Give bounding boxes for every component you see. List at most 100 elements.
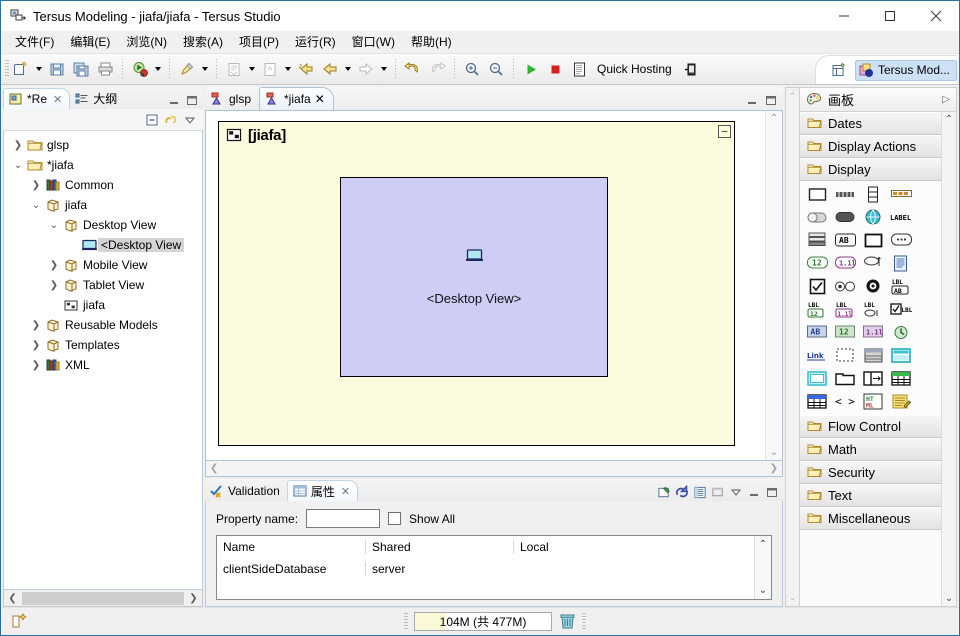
window-icon[interactable]	[890, 345, 912, 365]
num-field-icon[interactable]: 12	[834, 322, 856, 342]
tree-item-desktop-view[interactable]: ⌄ Desktop View	[4, 215, 202, 235]
palette-inner-scrollbar[interactable]: ⌃ ⌄	[941, 112, 956, 606]
diagram-collapse-button[interactable]: –	[718, 125, 731, 138]
forward-icon[interactable]	[354, 57, 378, 81]
back-history-icon[interactable]	[294, 57, 318, 81]
column-header-shared[interactable]: Shared	[365, 540, 513, 554]
restore-icon[interactable]	[711, 485, 725, 499]
column-header-name[interactable]: Name	[217, 540, 365, 554]
import-dropdown-arrow[interactable]	[282, 57, 294, 81]
scroll-right-icon[interactable]: ❯	[770, 463, 778, 474]
maximize-icon[interactable]	[764, 93, 778, 107]
tab-outline[interactable]: 大纲	[70, 88, 124, 109]
chevron-right-icon[interactable]: ❯	[28, 320, 44, 331]
run-icon[interactable]	[519, 57, 543, 81]
canvas-horizontal-scrollbar[interactable]: ❮ ❯	[205, 461, 783, 477]
trash-icon[interactable]	[558, 613, 576, 630]
minimize-icon[interactable]	[167, 93, 181, 107]
tree-item-tablet-view[interactable]: ❯ Tablet View	[4, 275, 202, 295]
debug-dropdown-arrow[interactable]	[152, 57, 164, 81]
list-icon[interactable]	[693, 485, 707, 499]
tab-repository[interactable]: *Re ✕	[3, 88, 70, 109]
dotted-box-icon[interactable]	[834, 345, 856, 365]
chevron-down-icon[interactable]: ⌄	[46, 220, 62, 231]
link-icon[interactable]: Link	[806, 345, 828, 365]
split-pane-icon[interactable]	[862, 368, 884, 388]
minimize-icon[interactable]	[747, 485, 761, 499]
frame-icon[interactable]	[806, 368, 828, 388]
scroll-thumb[interactable]	[22, 592, 184, 605]
chevron-right-icon[interactable]: ❯	[10, 140, 26, 151]
redo-icon[interactable]	[425, 57, 449, 81]
palette-drawer-flow-control[interactable]: Flow Control	[800, 415, 941, 438]
diagram-canvas[interactable]: [jiafa] –	[206, 111, 765, 460]
checkbox-icon[interactable]	[806, 276, 828, 296]
grid-blue-icon[interactable]	[806, 391, 828, 411]
ellipse-icon[interactable]	[862, 253, 884, 273]
maximize-icon[interactable]	[765, 485, 779, 499]
menu-help[interactable]: 帮助(H)	[403, 31, 460, 52]
new-perspective-icon[interactable]	[828, 58, 852, 82]
close-icon[interactable]: ✕	[53, 93, 62, 106]
pill-icon[interactable]	[834, 207, 856, 227]
undo-icon[interactable]	[401, 57, 425, 81]
notes-edit-icon[interactable]	[890, 391, 912, 411]
back-icon[interactable]	[318, 57, 342, 81]
tree-item-jiafa-diagram[interactable]: jiafa	[4, 295, 202, 315]
chevron-down-icon[interactable]: ⌄	[28, 200, 44, 211]
palette-drawer-miscellaneous[interactable]: Miscellaneous	[800, 507, 941, 530]
tree-item-mobile-view[interactable]: ❯ Mobile View	[4, 255, 202, 275]
menu-search[interactable]: 搜索(A)	[175, 31, 231, 52]
tree-item-templates[interactable]: ❯ Templates	[4, 335, 202, 355]
stacked-bars-icon[interactable]	[806, 230, 828, 250]
heap-grip[interactable]	[404, 613, 408, 631]
column-header-local[interactable]: Local	[513, 540, 754, 554]
progress-icon[interactable]	[890, 184, 912, 204]
menu-file[interactable]: 文件(F)	[7, 31, 62, 52]
maximize-icon[interactable]	[185, 93, 199, 107]
scroll-up-icon[interactable]: ⌃	[945, 114, 953, 125]
rectangle-icon[interactable]	[806, 184, 828, 204]
decimal-icon[interactable]: 1.1l	[834, 253, 856, 273]
ab-field-icon[interactable]: AB	[806, 322, 828, 342]
close-icon[interactable]: ✕	[341, 485, 350, 498]
clock-icon[interactable]	[890, 322, 912, 342]
tree-item-common[interactable]: ❯ Common	[4, 175, 202, 195]
tab-validation[interactable]: Validation	[205, 480, 287, 501]
tree-item-xml[interactable]: ❯ XML	[4, 355, 202, 375]
folder-shape-icon[interactable]	[834, 368, 856, 388]
properties-table[interactable]: Name Shared Local clientSideDatabase ser…	[216, 535, 772, 600]
repository-tree[interactable]: ❯ glsp ⌄ *jiafa	[3, 131, 203, 590]
zoom-out-icon[interactable]	[484, 57, 508, 81]
scroll-up-icon[interactable]: ⌃	[789, 91, 797, 102]
debug-icon[interactable]	[128, 57, 152, 81]
scroll-up-icon[interactable]: ⌃	[759, 539, 767, 550]
toggle-icon[interactable]	[806, 207, 828, 227]
number-12-icon[interactable]: 12	[806, 253, 828, 273]
tree-item-glsp[interactable]: ❯ glsp	[4, 135, 202, 155]
stop-icon[interactable]	[543, 57, 567, 81]
properties-table-scrollbar[interactable]: ⌃ ⌄	[754, 536, 771, 599]
menu-window[interactable]: 窗口(W)	[344, 31, 403, 52]
decimal-field-icon[interactable]: 1.1l	[862, 322, 884, 342]
property-name-input[interactable]	[306, 509, 380, 528]
new-element-icon[interactable]	[7, 613, 29, 630]
palette-drawer-security[interactable]: Security	[800, 461, 941, 484]
scroll-left-icon[interactable]: ❮	[210, 463, 218, 474]
forward-dropdown-arrow[interactable]	[378, 57, 390, 81]
empty-box-icon[interactable]	[862, 230, 884, 250]
save-icon[interactable]	[45, 57, 69, 81]
save-all-icon[interactable]	[69, 57, 93, 81]
new-icon[interactable]	[9, 57, 33, 81]
export-icon[interactable]	[222, 57, 246, 81]
minimize-icon[interactable]	[745, 93, 759, 107]
device-icon[interactable]	[678, 57, 702, 81]
tree-item-desktop-view-instance[interactable]: <Desktop View	[4, 235, 202, 255]
palette-drawer-math[interactable]: Math	[800, 438, 941, 461]
diagram-editor[interactable]: [jiafa] –	[205, 111, 783, 461]
scroll-up-icon[interactable]: ⌃	[770, 113, 778, 124]
check-lbl-icon[interactable]: LBL	[890, 299, 912, 319]
new-dropdown-arrow[interactable]	[33, 57, 45, 81]
menu-navigate[interactable]: 浏览(N)	[118, 31, 175, 52]
document-icon[interactable]	[890, 253, 912, 273]
